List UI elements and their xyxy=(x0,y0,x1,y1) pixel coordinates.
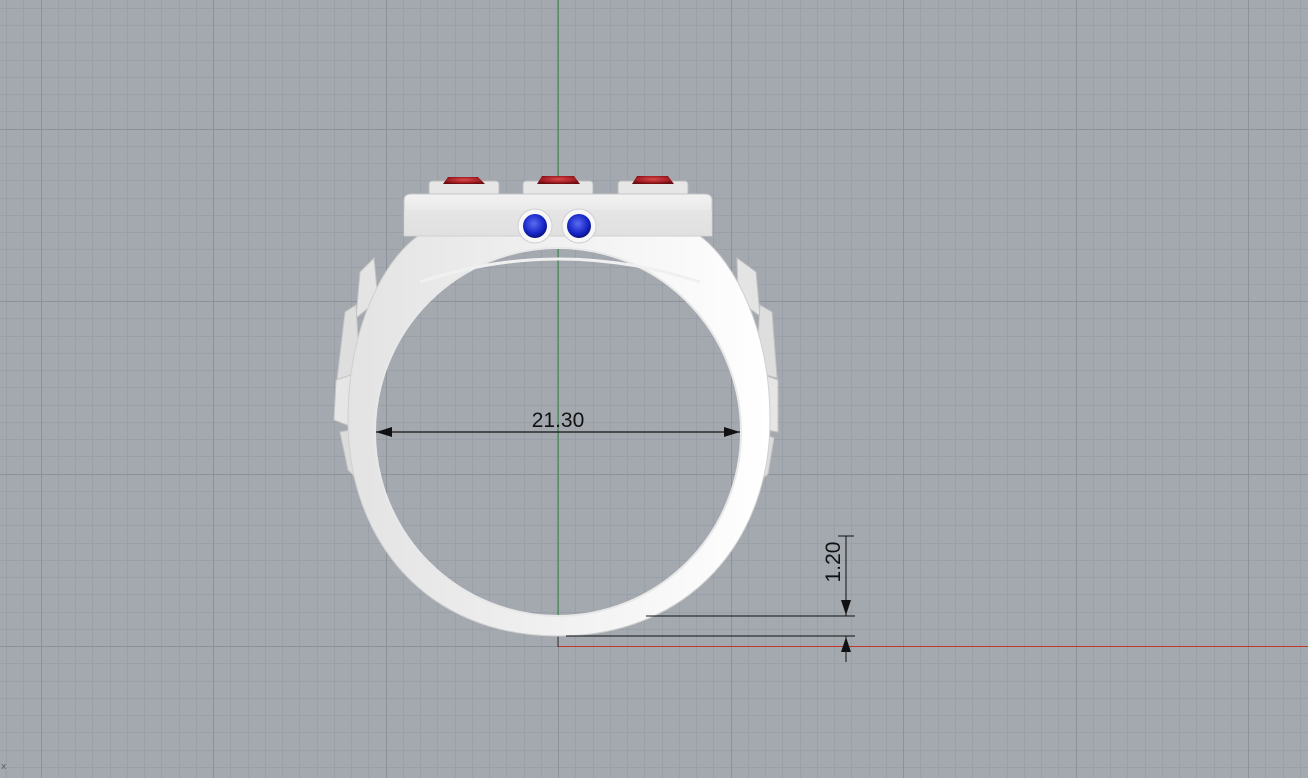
ring-shank xyxy=(347,235,771,637)
rhino-front-viewport[interactable]: 21.30 1.20 x xyxy=(0,0,1308,778)
center-stone-1 xyxy=(443,177,485,184)
center-stone-2 xyxy=(537,176,580,184)
axis-glyph-x: x xyxy=(1,762,7,772)
viewport-canvas[interactable]: 21.30 1.20 x xyxy=(0,0,1308,778)
ring-head-shade xyxy=(404,210,712,236)
center-stone-row xyxy=(428,176,689,196)
side-stone-2 xyxy=(567,214,591,238)
inner-diameter-label: 21.30 xyxy=(532,409,585,432)
side-stone-1 xyxy=(523,214,547,238)
thickness-label: 1.20 xyxy=(822,542,845,583)
center-stone-3 xyxy=(632,176,674,184)
